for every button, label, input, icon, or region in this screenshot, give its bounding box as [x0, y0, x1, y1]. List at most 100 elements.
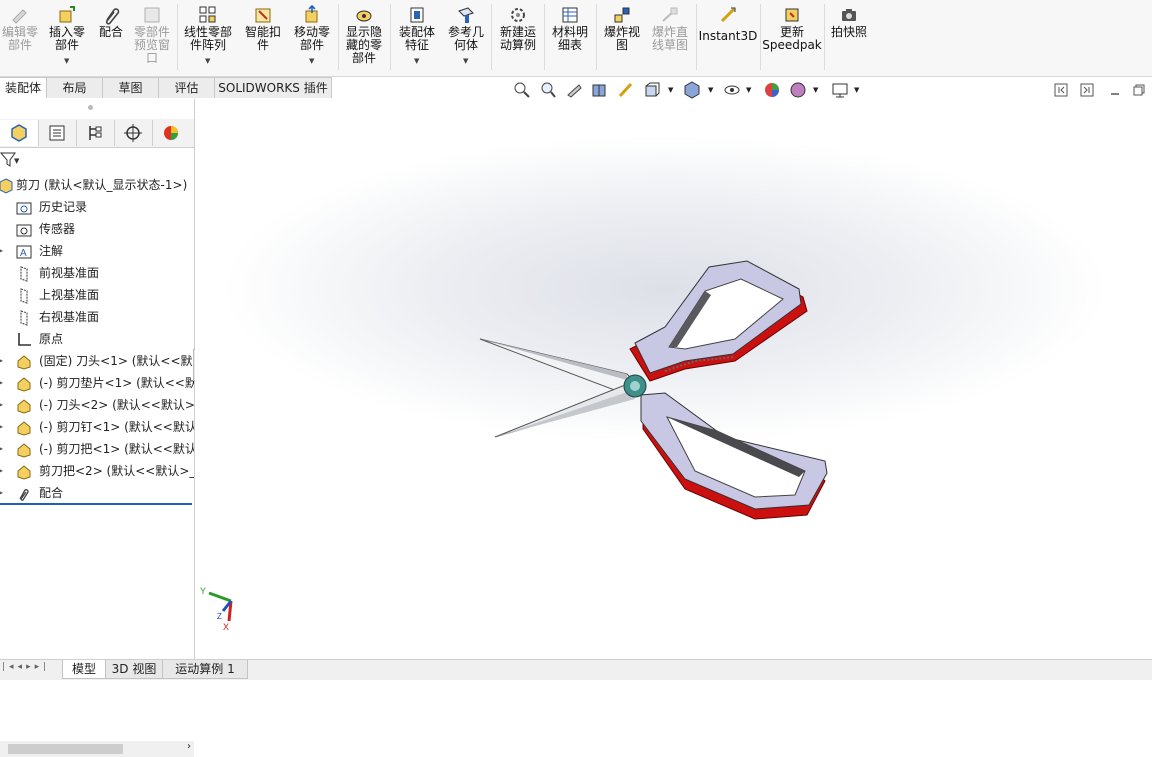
explode-line-sketch-button: 爆炸直 线草图	[648, 2, 692, 72]
previous-view-icon[interactable]	[565, 81, 583, 99]
assembly-features-button[interactable]: 装配体 特征 ▼	[393, 2, 441, 72]
feature-manager-tab[interactable]	[0, 120, 39, 146]
new-motion-study-button[interactable]: 新建运 动算例	[494, 2, 542, 72]
tab-sketch[interactable]: 草图	[102, 77, 159, 98]
tree-item-front-plane[interactable]: 前视基准面	[0, 263, 194, 283]
scissors-model[interactable]	[195, 99, 1152, 659]
restore-window-icon[interactable]	[1132, 83, 1146, 100]
rollback-bar[interactable]	[0, 503, 192, 505]
dropdown-arrow-icon[interactable]: ▼	[205, 55, 210, 68]
edit-appearance-icon[interactable]	[763, 81, 781, 99]
camera-icon	[842, 9, 856, 21]
tab-evaluate[interactable]: 评估	[158, 77, 215, 98]
tree-item-component[interactable]: ▸ 剪刀把<2> (默认<<默认>_显	[0, 461, 194, 481]
tree-item-component[interactable]: ▸ (固定) 刀头<1> (默认<<默认	[0, 351, 194, 371]
hide-show-items-icon[interactable]	[723, 81, 741, 99]
minimize-icon[interactable]	[1108, 83, 1122, 100]
expand-caret-icon[interactable]: ▸	[0, 241, 3, 261]
expand-caret-icon[interactable]: ▸	[0, 351, 3, 371]
tab-scroll-arrows-icon[interactable]: |◂◂▸▸|	[2, 662, 50, 672]
dropdown-arrow-icon[interactable]: ▼	[813, 81, 821, 99]
exploded-view-button[interactable]: 爆炸视 图	[598, 2, 646, 72]
tree-item-origin[interactable]: 原点	[0, 329, 194, 349]
tab-model[interactable]: 模型	[62, 660, 106, 679]
view-settings-icon[interactable]	[831, 81, 849, 99]
dropdown-arrow-icon[interactable]: ▼	[414, 55, 419, 68]
assembly-icon	[0, 178, 13, 194]
viewport-previous-icon[interactable]	[1054, 83, 1068, 100]
reference-geometry-button[interactable]: 参考几 何体 ▼	[444, 2, 488, 72]
view-orientation-icon[interactable]	[643, 81, 661, 99]
tree-root-assembly[interactable]: 剪刀 (默认<默认_显示状态-1>)	[0, 175, 194, 195]
tree-item-sensors[interactable]: 传感器	[0, 219, 194, 239]
lower-blade	[494, 380, 644, 438]
dropdown-arrow-icon[interactable]: ▼	[708, 81, 716, 99]
edit-component-icon	[12, 9, 27, 24]
dropdown-arrow-icon[interactable]: ▼	[64, 55, 69, 68]
tree-horizontal-scrollbar[interactable]: ›	[0, 741, 194, 757]
dynamic-annotation-icon[interactable]	[617, 81, 635, 99]
expand-caret-icon[interactable]: ▸	[0, 439, 3, 459]
zoom-to-fit-icon[interactable]	[513, 81, 531, 99]
smart-fasteners-button[interactable]: 智能扣 件	[240, 2, 286, 72]
ribbon-separator	[760, 4, 761, 70]
lower-blade-edge	[495, 391, 635, 437]
expand-caret-icon[interactable]: ▸	[0, 461, 3, 481]
svg-text:A: A	[20, 248, 27, 259]
move-component-icon	[305, 5, 318, 23]
linear-pattern-button[interactable]: 线性零部 件阵列 ▼	[180, 2, 236, 72]
tree-item-mates[interactable]: ▸ 配合	[0, 483, 194, 503]
dropdown-arrow-icon[interactable]: ▼	[854, 81, 862, 99]
section-view-icon[interactable]	[591, 81, 609, 99]
tab-layout[interactable]: 布局	[46, 77, 103, 98]
tree-item-right-plane[interactable]: 右视基准面	[0, 307, 194, 327]
tree-item-component[interactable]: ▸ (-) 剪刀把<1> (默认<<默认	[0, 439, 194, 459]
tree-item-annotations[interactable]: ▸ A 注解	[0, 241, 194, 261]
display-manager-tab[interactable]	[152, 120, 190, 146]
dropdown-arrow-icon[interactable]: ▼	[463, 55, 468, 68]
scrollbar-thumb[interactable]	[8, 744, 123, 754]
graphics-area[interactable]: Y X Z	[195, 99, 1152, 659]
preview-window-icon	[144, 7, 160, 23]
command-manager-ribbon: 编辑零 部件 插入零 部件 ▼ 配合 零部件 预览窗 口 线性零部 件阵列 ▼ …	[0, 0, 1152, 77]
mate-paperclip-icon	[105, 8, 120, 25]
panel-grip-handle[interactable]	[88, 105, 93, 110]
take-snapshot-button[interactable]: 拍快照	[826, 2, 872, 72]
show-hidden-components-button[interactable]: 显示隐 藏的零 部件	[341, 2, 387, 72]
tree-item-component[interactable]: ▸ (-) 刀头<2> (默认<<默认>_	[0, 395, 194, 415]
expand-caret-icon[interactable]: ▸	[0, 373, 3, 393]
tab-assembly[interactable]: 装配体	[0, 77, 47, 98]
dimxpert-manager-tab[interactable]	[114, 120, 153, 146]
tree-item-component[interactable]: ▸ (-) 剪刀钉<1> (默认<<默认	[0, 417, 194, 437]
bill-of-materials-button[interactable]: 材料明 细表	[546, 2, 594, 72]
ribbon-separator	[177, 4, 178, 70]
property-manager-tab[interactable]	[38, 120, 77, 146]
tree-item-history[interactable]: 历史记录	[0, 197, 194, 217]
tree-item-top-plane[interactable]: 上视基准面	[0, 285, 194, 305]
expand-caret-icon[interactable]: ▸	[0, 483, 3, 503]
tab-3d-views[interactable]: 3D 视图	[105, 660, 163, 679]
apply-scene-icon[interactable]	[789, 81, 807, 99]
update-speedpak-button[interactable]: 更新 Speedpak	[762, 2, 822, 72]
dimxpert-icon	[124, 124, 142, 142]
plane-icon	[20, 288, 28, 304]
expand-caret-icon[interactable]: ▸	[0, 395, 3, 415]
configuration-manager-tab[interactable]	[76, 120, 115, 146]
display-style-icon[interactable]	[683, 81, 701, 99]
move-component-button[interactable]: 移动零 部件 ▼	[288, 2, 336, 72]
dropdown-arrow-icon[interactable]: ▼	[309, 55, 314, 68]
expand-caret-icon[interactable]: ▸	[0, 417, 3, 437]
viewport-next-icon[interactable]	[1080, 83, 1094, 100]
dropdown-arrow-icon[interactable]: ▼	[668, 81, 676, 99]
tab-solidworks-addins[interactable]: SOLIDWORKS 插件	[214, 77, 332, 98]
zoom-to-area-icon[interactable]	[539, 81, 557, 99]
scroll-right-icon[interactable]: ›	[187, 741, 191, 752]
dropdown-arrow-icon[interactable]: ▼	[746, 81, 754, 99]
insert-component-button[interactable]: 插入零 部件 ▼	[44, 2, 90, 72]
tree-item-component[interactable]: ▸ (-) 剪刀垫片<1> (默认<<默认	[0, 373, 194, 393]
tab-motion-study-1[interactable]: 运动算例 1	[162, 660, 248, 679]
plane-icon	[20, 310, 28, 326]
mate-button[interactable]: 配合	[94, 2, 128, 72]
filter-dropdown-icon[interactable]: ▼	[14, 157, 19, 165]
instant3d-button[interactable]: Instant3D	[698, 2, 758, 72]
